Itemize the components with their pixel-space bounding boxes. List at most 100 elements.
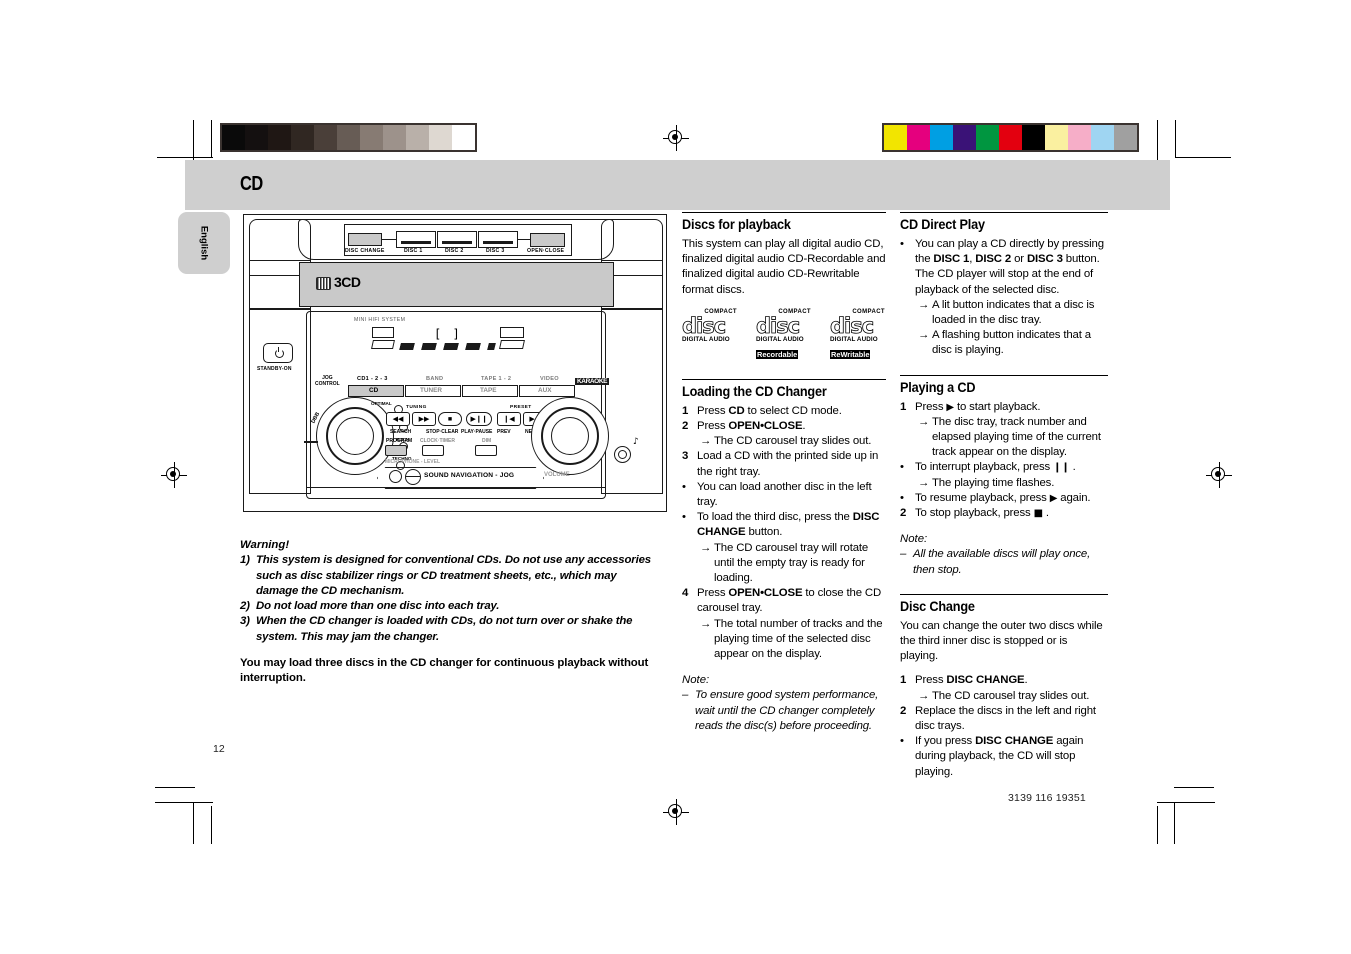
compact-disc-logo-disc-text: disc <box>830 313 875 338</box>
instruction-row: → The CD carousel tray slides out. <box>900 689 1108 704</box>
grayscale-swatch-5 <box>337 125 360 150</box>
crop-mark-bottom-right-v2 <box>1157 806 1159 844</box>
instruction-row: 3 Load a CD with the printed side up in t… <box>682 449 886 479</box>
crop-mark-bottom-left-h2 <box>155 802 213 804</box>
instruction-marker: 4 <box>682 587 689 600</box>
instruction-text: If you press DISC CHANGE again during pl… <box>915 735 1084 778</box>
disc-3-button[interactable] <box>478 231 518 248</box>
stop-clear-label: STOP·CLEAR <box>426 429 459 435</box>
instruction-row: • To interrupt playback, press ❙❙ . <box>900 460 1108 475</box>
source-label-tape: TAPE 1 - 2 <box>481 376 512 382</box>
column-right: CD Direct Play • You can play a CD direct… <box>900 212 1108 780</box>
instruction-marker: 1 <box>900 400 907 413</box>
source-label-band: BAND <box>426 376 444 382</box>
volume-label: VOLUME <box>544 472 570 478</box>
instruction-text: The CD carousel tray will rotate until t… <box>714 541 869 585</box>
open-close-button[interactable] <box>530 233 565 247</box>
prev-label: PREV <box>497 429 511 435</box>
color-swatch-10 <box>1114 125 1137 150</box>
note-label-loading: Note: <box>682 674 710 687</box>
color-swatch-6 <box>1022 125 1045 150</box>
grayscale-swatch-6 <box>360 125 383 150</box>
divider-playing-a-cd <box>900 374 1108 376</box>
disc-change-button[interactable] <box>348 233 382 246</box>
color-swatch-2 <box>930 125 953 150</box>
jog-control-label: JOG CONTROL <box>315 375 340 387</box>
crop-mark-bottom-right-v1 <box>1174 802 1176 844</box>
instruction-marker: • <box>900 491 904 504</box>
source-label-cd: CD1 - 2 - 3 <box>357 376 388 382</box>
clock-timer-button[interactable] <box>422 445 444 456</box>
stop-clear-button[interactable]: ■ <box>438 412 462 426</box>
dim-button[interactable] <box>475 445 497 456</box>
warning-item: 2) Do not load more than one disc into ea… <box>240 599 660 614</box>
display-icon-left <box>372 327 394 338</box>
registration-mark-right <box>1206 462 1232 488</box>
chapter-header-band <box>185 160 1170 210</box>
source-button-tape-label: TAPE <box>480 387 497 394</box>
instruction-text: Replace the discs in the left and right … <box>915 704 1096 733</box>
page-number: 12 <box>213 743 225 755</box>
warning-item-number: 2) <box>240 600 250 613</box>
instruction-marker: 2 <box>900 507 907 520</box>
forward-button[interactable]: ▶▶ <box>412 412 436 426</box>
registration-mark-bottom <box>663 799 689 825</box>
disc-2-button[interactable] <box>437 231 477 248</box>
warning-items: 1) This system is designed for convention… <box>240 553 660 645</box>
hifi-system-illustration: DISC CHANGE DISC 1 DISC 2 DISC 3 OPEN·CL… <box>243 214 667 512</box>
instruction-row: 2 To stop playback, press ■ . <box>900 506 1108 521</box>
color-swatch-8 <box>1068 125 1091 150</box>
note-marker: – <box>682 689 689 702</box>
prev-button[interactable]: ❙◀ <box>497 412 521 426</box>
jog-dial-center[interactable] <box>336 417 374 455</box>
disc-1-button[interactable] <box>396 231 436 248</box>
instruction-marker: • <box>900 461 904 474</box>
crop-mark-top-left-v2 <box>211 120 213 157</box>
instruction-row: • You can load another disc in the left t… <box>682 480 886 510</box>
compact-disc-logo-disc-text: disc <box>756 313 801 338</box>
play-pause-button[interactable]: ▶❙❙ <box>466 412 492 426</box>
instruction-text: Press ▶ to start playback. <box>915 400 1041 413</box>
instruction-row: → The CD carousel tray will rotate until … <box>682 541 886 587</box>
instruction-marker: 1 <box>900 674 907 687</box>
crop-mark-top-right-v2 <box>1175 120 1177 157</box>
instruction-row: • To load the third disc, press the DISC … <box>682 510 886 540</box>
instruction-text: Press OPEN•CLOSE to close the CD carouse… <box>697 587 882 615</box>
headphone-icon: ♪ <box>633 437 639 447</box>
color-calibration-bar <box>882 123 1139 152</box>
instruction-row: → The disc tray, track number and elapsed… <box>900 415 1108 461</box>
grayscale-swatch-3 <box>291 125 314 150</box>
rewind-button[interactable]: ◀◀ <box>386 412 410 426</box>
warning-closing: You may load three discs in the CD chang… <box>240 657 649 685</box>
instruction-text: You can play a CD directly by pressing t… <box>915 238 1104 296</box>
instruction-row: → The total number of tracks and the play… <box>682 617 886 663</box>
instruction-marker: 2 <box>900 704 907 717</box>
instruction-text: To stop playback, press ■ . <box>915 507 1049 520</box>
body-disc-change: You can change the outer two discs while… <box>900 619 1103 663</box>
mic-jack[interactable] <box>389 470 402 483</box>
color-swatch-4 <box>976 125 999 150</box>
carousel-glyph-icon <box>316 277 331 290</box>
document-number: 3139 116 19351 <box>1008 792 1086 804</box>
warning-title: Warning! <box>240 539 290 551</box>
power-icon-stem <box>278 347 280 352</box>
volume-knob-center[interactable] <box>551 417 589 455</box>
instruction-marker: → <box>918 415 930 428</box>
color-swatch-9 <box>1091 125 1114 150</box>
program-button[interactable] <box>385 445 407 456</box>
divider-cd-direct-play <box>900 212 1108 213</box>
instruction-row: • If you press DISC CHANGE again during p… <box>900 734 1108 780</box>
note-row: – All the available discs will play once,… <box>900 547 1108 577</box>
divider-discs-for-playback <box>682 212 886 213</box>
disc-1-label: DISC 1 <box>404 248 423 254</box>
crop-mark-bottom-right-h2 <box>1157 802 1215 804</box>
sound-navigation-label: SOUND NAVIGATION - JOG <box>424 472 515 479</box>
front-panel-left <box>249 309 311 494</box>
column-middle: Discs for playback This system can play … <box>682 212 886 734</box>
mic-level-knob-indicator <box>406 476 420 478</box>
display-panel: [ ] <box>371 327 525 357</box>
disc-change-label: DISC CHANGE <box>345 248 385 254</box>
color-swatch-0 <box>884 125 907 150</box>
grayscale-calibration-bar <box>220 123 477 152</box>
compact-disc-logo: COMPACT disc DIGITAL AUDIO ReWritable <box>830 309 886 362</box>
